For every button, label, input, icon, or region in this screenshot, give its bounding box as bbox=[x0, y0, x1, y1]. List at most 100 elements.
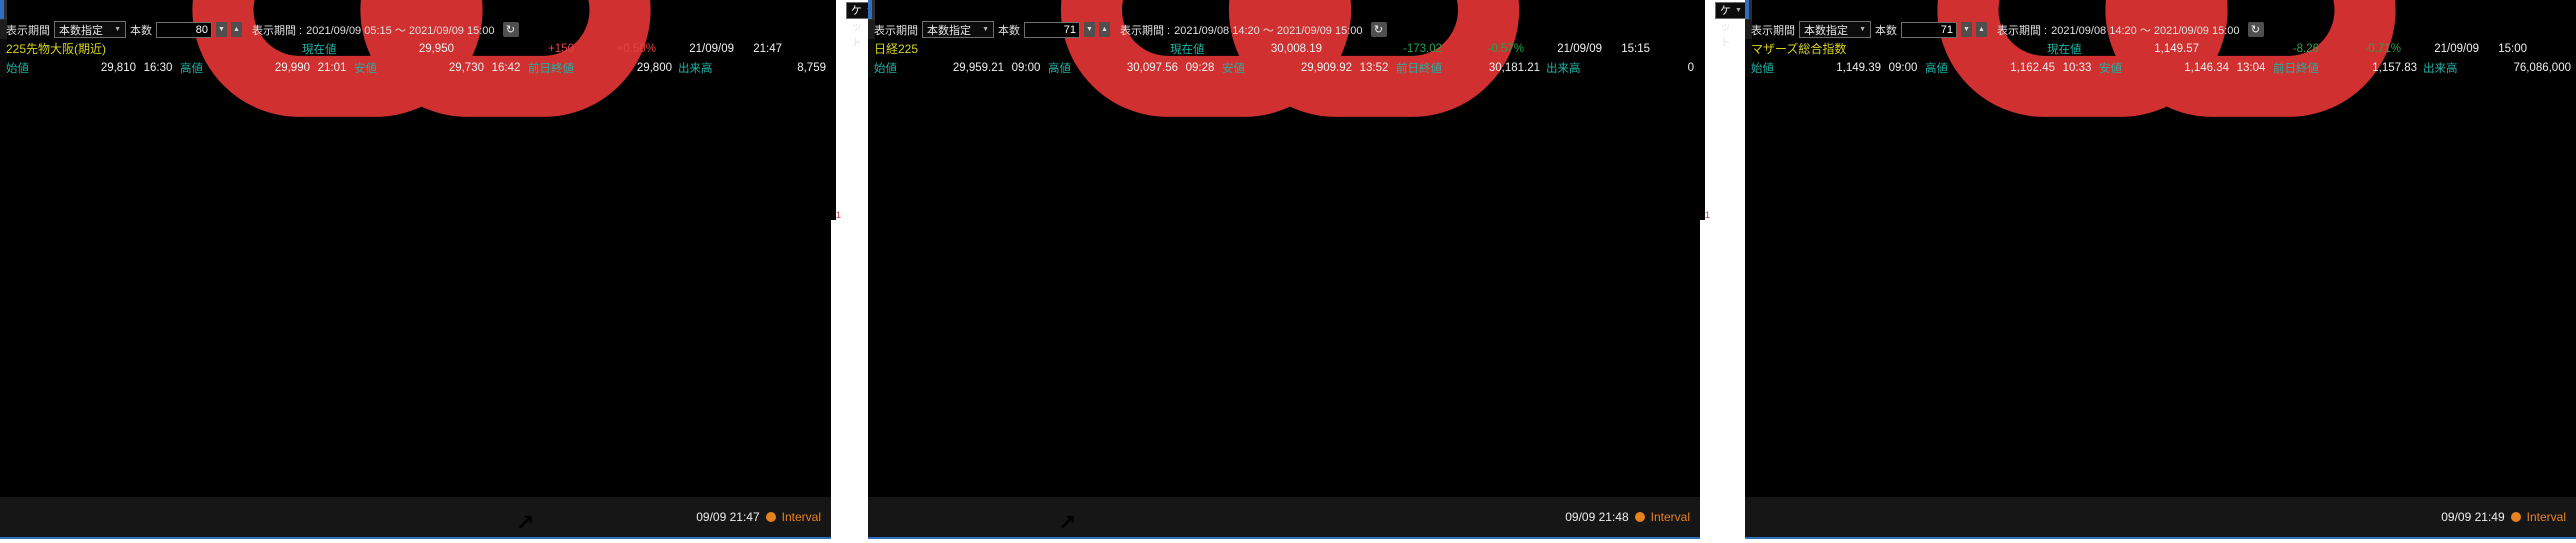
open-value: 1,149.39 bbox=[1791, 62, 1881, 74]
chart-area bbox=[0, 77, 300, 232]
chevron-down-icon: ▼ bbox=[1859, 26, 1866, 33]
period-mode-select[interactable]: 本数指定 ▼ bbox=[1799, 21, 1871, 38]
quote-date: 21/09/09 bbox=[656, 43, 734, 55]
bar-count-input[interactable]: 80 bbox=[156, 22, 212, 38]
quote-time: 21:47 bbox=[734, 43, 782, 55]
open-label: 始値 bbox=[874, 60, 914, 76]
reload-button[interactable]: ↻ bbox=[1371, 22, 1387, 37]
bar-count-input[interactable]: 71 bbox=[1024, 22, 1080, 38]
chart-toolbar: 14:3009:0009:3010:0010:3011:0011:3013:00… bbox=[868, 0, 1700, 20]
market-select-value: マーケット bbox=[1720, 0, 1731, 50]
bar-count-label: 本数 bbox=[998, 22, 1020, 38]
range-value: 2021/09/08 14:20 ～ 2021/09/09 15:00 bbox=[2051, 22, 2239, 38]
high-label: 高値 bbox=[180, 60, 220, 76]
link-group-number: 1 bbox=[836, 210, 841, 220]
period-label: 表示期間 bbox=[874, 22, 918, 38]
count-increment-button[interactable]: ▲ bbox=[231, 22, 242, 37]
range-label: 表示期間 : bbox=[1997, 22, 2047, 38]
window-accent bbox=[1745, 0, 1749, 19]
count-increment-button[interactable]: ▲ bbox=[1099, 22, 1110, 37]
range-value: 2021/09/08 14:20 ～ 2021/09/09 15:00 bbox=[1174, 22, 1362, 38]
volume-value: 8,759 bbox=[728, 62, 826, 74]
prev-close-label: 前日終値 bbox=[528, 60, 588, 76]
chart-toolbar: 08:4510:0011:0012:0013:0014:0015:0030,10… bbox=[0, 0, 831, 20]
high-value: 1,162.45 bbox=[1965, 62, 2055, 74]
volume-label: 出来高 bbox=[2423, 60, 2473, 76]
prev-close-value: 1,157.83 bbox=[2333, 62, 2417, 74]
price-chart[interactable] bbox=[1745, 77, 2045, 227]
chart-window: 14:3009:0009:3010:0010:3011:0011:3013:00… bbox=[1745, 0, 2576, 539]
chevron-down-icon: ▼ bbox=[114, 26, 121, 33]
high-value: 30,097.56 bbox=[1088, 62, 1178, 74]
period-label: 表示期間 bbox=[1751, 22, 1795, 38]
quote-date: 21/09/09 bbox=[2401, 43, 2479, 55]
bar-count-label: 本数 bbox=[1875, 22, 1897, 38]
symbol-name: 225先物大阪(期近) bbox=[6, 40, 302, 57]
low-label: 安値 bbox=[1222, 60, 1262, 76]
bar-count-input[interactable]: 71 bbox=[1901, 22, 1957, 38]
symbol-name: 日経225 bbox=[874, 40, 1170, 57]
prev-close-label: 前日終値 bbox=[1396, 60, 1456, 76]
status-bar: 09/09 21:49 Interval bbox=[1745, 497, 2576, 537]
open-value: 29,810 bbox=[46, 62, 136, 74]
low-value: 29,909.92 bbox=[1262, 62, 1352, 74]
count-decrement-button[interactable]: ▼ bbox=[1961, 22, 1972, 37]
cursor-arrow-icon: ↗ bbox=[516, 512, 534, 534]
symbol-name: マザーズ総合指数 bbox=[1751, 40, 2047, 57]
period-mode-select[interactable]: 本数指定 ▼ bbox=[922, 21, 994, 38]
status-time: 09/09 21:49 bbox=[2441, 510, 2504, 524]
change-value: +150 bbox=[454, 43, 574, 55]
current-value: 1,149.57 bbox=[2099, 43, 2199, 55]
period-mode-value: 本数指定 bbox=[59, 22, 103, 38]
change-percent: +0.50% bbox=[574, 43, 656, 55]
high-label: 高値 bbox=[1048, 60, 1088, 76]
status-time: 09/09 21:47 bbox=[696, 510, 759, 524]
chart-area bbox=[1745, 77, 2045, 232]
low-time: 13:52 bbox=[1352, 62, 1396, 74]
open-label: 始値 bbox=[1751, 60, 1791, 76]
volume-value: 0 bbox=[1596, 62, 1694, 74]
interval-dot-icon bbox=[1635, 512, 1645, 522]
interval-label[interactable]: Interval bbox=[2527, 510, 2566, 524]
count-decrement-button[interactable]: ▼ bbox=[216, 22, 227, 37]
range-label: 表示期間 : bbox=[252, 22, 302, 38]
volume-value: 76,086,000 bbox=[2473, 62, 2571, 74]
high-value: 29,990 bbox=[220, 62, 310, 74]
change-percent: -0.57% bbox=[1442, 43, 1524, 55]
quote-time: 15:15 bbox=[1602, 43, 1650, 55]
status-time: 09/09 21:48 bbox=[1565, 510, 1628, 524]
prev-close-label: 前日終値 bbox=[2273, 60, 2333, 76]
count-decrement-button[interactable]: ▼ bbox=[1084, 22, 1095, 37]
count-increment-button[interactable]: ▲ bbox=[1976, 22, 1987, 37]
period-label: 表示期間 bbox=[6, 22, 50, 38]
window-accent bbox=[868, 0, 872, 19]
price-chart[interactable] bbox=[0, 77, 300, 227]
open-time: 09:00 bbox=[1004, 62, 1048, 74]
range-label: 表示期間 : bbox=[1120, 22, 1170, 38]
market-select[interactable]: マーケット ▼ bbox=[1715, 2, 1747, 19]
chart-area bbox=[868, 77, 1168, 232]
open-time: 09:00 bbox=[1881, 62, 1925, 74]
current-value: 30,008.19 bbox=[1222, 43, 1322, 55]
interval-dot-icon bbox=[766, 512, 776, 522]
high-label: 高値 bbox=[1925, 60, 1965, 76]
high-time: 10:33 bbox=[2055, 62, 2099, 74]
interval-label[interactable]: Interval bbox=[1651, 510, 1690, 524]
chevron-down-icon: ▼ bbox=[982, 26, 989, 33]
period-mode-value: 本数指定 bbox=[927, 22, 971, 38]
cursor-arrow-icon: ↗ bbox=[1058, 512, 1076, 534]
prev-close-value: 29,800 bbox=[588, 62, 672, 74]
open-label: 始値 bbox=[6, 60, 46, 76]
period-mode-select[interactable]: 本数指定 ▼ bbox=[54, 21, 126, 38]
price-chart[interactable] bbox=[868, 77, 1168, 227]
low-label: 安値 bbox=[2099, 60, 2139, 76]
chart-window: 14:3009:0009:3010:0010:3011:0011:3013:00… bbox=[868, 0, 1700, 539]
period-mode-value: 本数指定 bbox=[1804, 22, 1848, 38]
link-group-number: 1 bbox=[1705, 210, 1710, 220]
status-bar: 09/09 21:48 Interval bbox=[868, 497, 1700, 537]
low-value: 1,146.34 bbox=[2139, 62, 2229, 74]
interval-label[interactable]: Interval bbox=[782, 510, 821, 524]
reload-button[interactable]: ↻ bbox=[2248, 22, 2264, 37]
range-value: 2021/09/09 05:15 ～ 2021/09/09 15:00 bbox=[306, 22, 494, 38]
reload-button[interactable]: ↻ bbox=[503, 22, 519, 37]
